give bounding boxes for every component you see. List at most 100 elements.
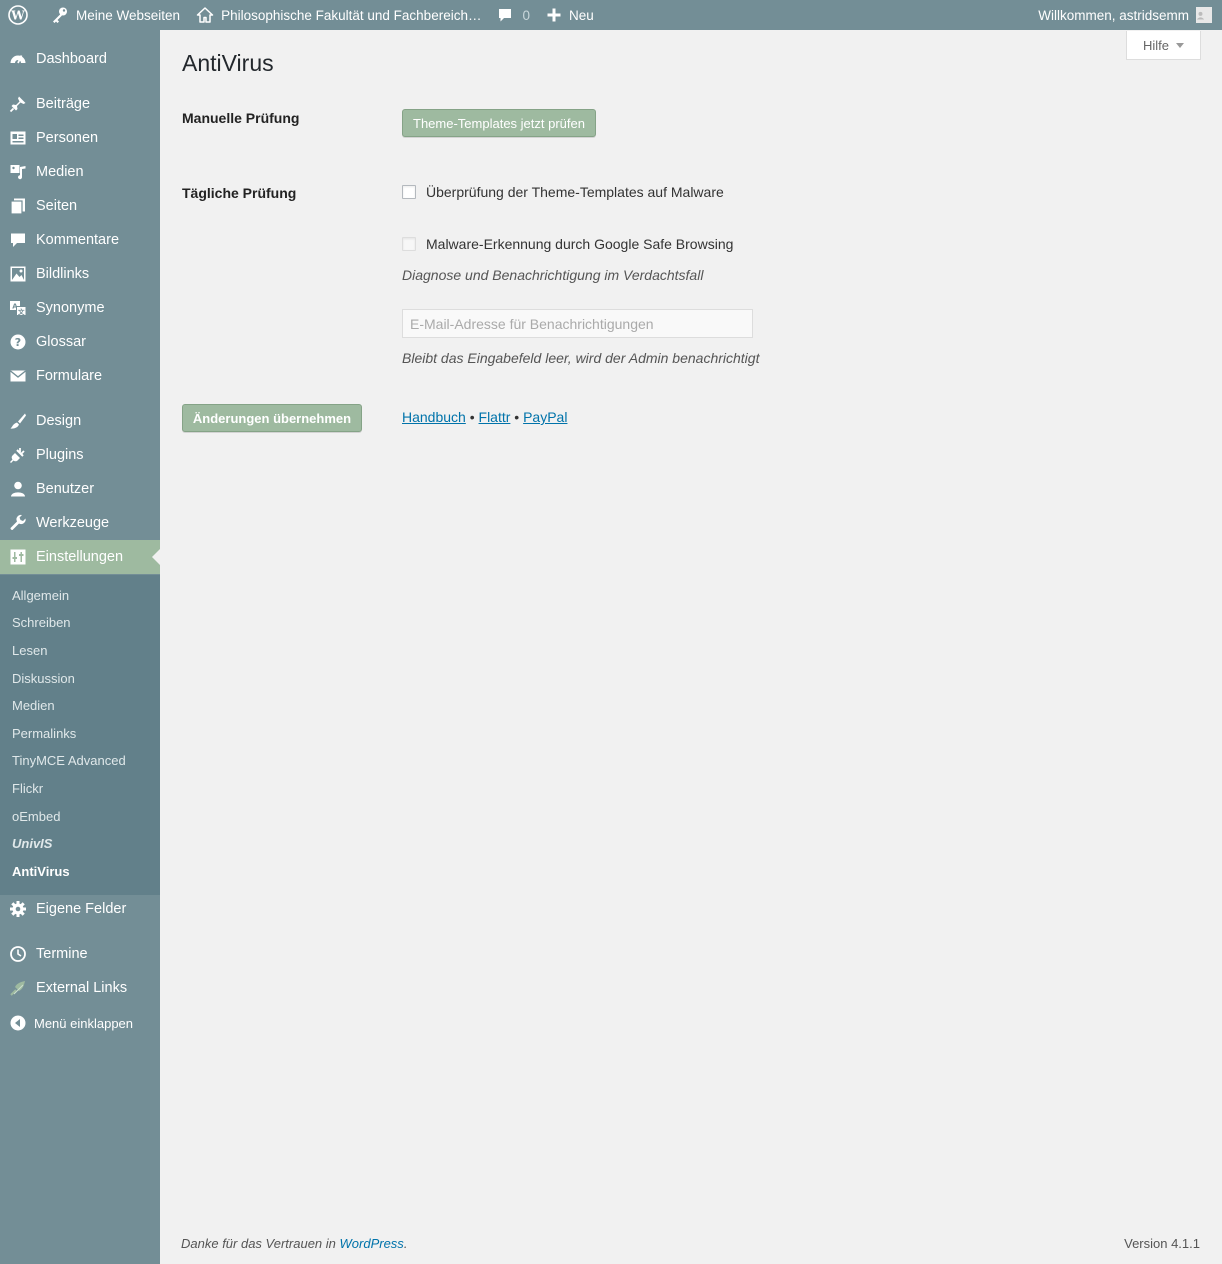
safe-browsing-checkbox[interactable] — [402, 237, 416, 251]
paypal-link[interactable]: PayPal — [523, 409, 567, 425]
submenu-item-antivirus[interactable]: AntiVirus — [12, 864, 70, 879]
site-name-label: Philosophische Fakultät und Fachbereich… — [221, 7, 482, 23]
template-check-label: Überprüfung der Theme-Templates auf Malw… — [426, 184, 724, 200]
wordpress-link[interactable]: WordPress — [340, 1236, 404, 1251]
link-separator: • — [514, 409, 520, 425]
diagnose-description: Diagnose und Benachrichtigung im Verdach… — [402, 267, 704, 283]
link-icon — [8, 978, 28, 998]
menu-label: Kommentare — [36, 232, 120, 248]
menu-item-bildlinks[interactable]: Bildlinks — [0, 257, 160, 291]
admin-bar: W Meine Webseiten Philosophische Fakultä… — [0, 0, 1222, 30]
menu-item-plugins[interactable]: Plugins — [0, 438, 160, 472]
menu-label: Beiträge — [36, 96, 91, 112]
welcome-text: Willkommen, astridsemm — [1038, 7, 1189, 23]
collapse-menu-button[interactable]: Menü einklappen — [0, 1006, 160, 1040]
menu-label: Eigene Felder — [36, 901, 127, 917]
menu-item-benutzer[interactable]: Benutzer — [0, 472, 160, 506]
menu-item-werkzeuge[interactable]: Werkzeuge — [0, 506, 160, 540]
submenu-item-schreiben[interactable]: Schreiben — [12, 615, 71, 630]
menu-label: Personen — [36, 130, 99, 146]
menu-item-dashboard[interactable]: Dashboard — [0, 42, 160, 76]
submenu-item-oembed[interactable]: oEmbed — [12, 809, 60, 824]
save-changes-button[interactable]: Änderungen übernehmen — [182, 404, 362, 432]
comment-icon — [8, 230, 28, 250]
menu-item-beitraege[interactable]: Beiträge — [0, 87, 160, 121]
menu-item-glossar[interactable]: ? Glossar — [0, 325, 160, 359]
plugin-links: Handbuch • Flattr • PayPal — [402, 409, 567, 425]
menu-item-synonyme[interactable]: A文 Synonyme — [0, 291, 160, 325]
submenu-item-permalinks[interactable]: Permalinks — [12, 726, 76, 741]
menu-label: Dashboard — [36, 51, 107, 67]
svg-text:文: 文 — [17, 307, 25, 316]
envelope-icon — [8, 366, 28, 386]
footer-period: . — [403, 1236, 408, 1251]
dashboard-icon — [8, 49, 28, 69]
template-check-checkbox[interactable] — [402, 185, 416, 199]
menu-label: Benutzer — [36, 481, 95, 497]
menu-label: Seiten — [36, 198, 78, 214]
new-content-menu[interactable]: Neu — [538, 0, 602, 30]
menu-item-external-links[interactable]: External Links — [0, 971, 160, 1005]
menu-label: Werkzeuge — [36, 515, 110, 531]
footer-version: Version 4.1.1 — [1124, 1236, 1200, 1251]
image-icon — [8, 264, 28, 284]
flattr-link[interactable]: Flattr — [479, 409, 511, 425]
template-check-option: Überprüfung der Theme-Templates auf Malw… — [402, 184, 724, 200]
submenu-item-tinymce-advanced[interactable]: TinyMCE Advanced — [12, 753, 126, 768]
my-sites-label: Meine Webseiten — [76, 7, 181, 23]
menu-item-design[interactable]: Design — [0, 404, 160, 438]
menu-item-seiten[interactable]: Seiten — [0, 189, 160, 223]
submenu-item-diskussion[interactable]: Diskussion — [12, 671, 75, 686]
avatar — [1196, 7, 1212, 23]
menu-item-termine[interactable]: Termine — [0, 937, 160, 971]
menu-label: External Links — [36, 980, 128, 996]
notification-email-input[interactable] — [402, 309, 753, 338]
menu-label: Design — [36, 413, 82, 429]
daily-check-label: Tägliche Prüfung — [182, 185, 297, 201]
settings-icon — [8, 547, 28, 567]
page-title: AntiVirus — [182, 50, 274, 76]
help-tab-button[interactable]: Hilfe — [1126, 31, 1201, 60]
menu-item-eigene-felder[interactable]: Eigene Felder — [0, 892, 160, 926]
submenu-item-allgemein[interactable]: Allgemein — [12, 588, 69, 603]
handbook-link[interactable]: Handbuch — [402, 409, 466, 425]
submenu-item-univis[interactable]: UnivIS — [12, 836, 52, 851]
menu-item-medien[interactable]: Medien — [0, 155, 160, 189]
menu-item-kommentare[interactable]: Kommentare — [0, 223, 160, 257]
pages-icon — [8, 196, 28, 216]
translate-icon: A文 — [8, 298, 28, 318]
wordpress-icon: W — [8, 5, 28, 25]
footer-thanks-text: Danke für das Vertrauen in — [181, 1236, 336, 1251]
new-label: Neu — [568, 7, 594, 23]
menu-label: Termine — [36, 946, 88, 962]
comments-menu[interactable]: 0 — [489, 0, 538, 30]
menu-label: Einstellungen — [36, 549, 124, 565]
menu-label: Formulare — [36, 368, 103, 384]
submenu-item-lesen[interactable]: Lesen — [12, 643, 47, 658]
site-name-menu[interactable]: Philosophische Fakultät und Fachbereich… — [188, 0, 489, 30]
menu-item-formulare[interactable]: Formulare — [0, 359, 160, 393]
menu-label: Bildlinks — [36, 266, 90, 282]
submenu-item-flickr[interactable]: Flickr — [12, 781, 43, 796]
menu-item-personen[interactable]: Personen — [0, 121, 160, 155]
menu-item-einstellungen[interactable]: Einstellungen — [0, 540, 160, 574]
submenu-item-medien[interactable]: Medien — [12, 698, 55, 713]
help-icon: ? — [8, 332, 28, 352]
footer-thanks: Danke für das Vertrauen in WordPress. — [181, 1236, 407, 1251]
user-icon — [8, 479, 28, 499]
menu-label: Synonyme — [36, 300, 105, 316]
admin-sidebar: Dashboard Beiträge Personen Medien Seite… — [0, 30, 160, 1264]
home-icon — [196, 7, 214, 23]
my-account-menu[interactable]: Willkommen, astridsemm — [1030, 0, 1222, 30]
gear-icon — [8, 899, 28, 919]
svg-text:W: W — [10, 9, 25, 23]
check-templates-now-button[interactable]: Theme-Templates jetzt prüfen — [402, 109, 596, 137]
clock-icon — [8, 944, 28, 964]
chevron-down-icon — [1176, 42, 1184, 48]
key-icon — [53, 7, 67, 23]
collapse-icon — [8, 1013, 28, 1033]
menu-label: Menü einklappen — [34, 1015, 134, 1031]
wordpress-logo[interactable]: W — [0, 0, 43, 30]
media-icon — [8, 162, 28, 182]
my-sites-menu[interactable]: Meine Webseiten — [43, 0, 188, 30]
